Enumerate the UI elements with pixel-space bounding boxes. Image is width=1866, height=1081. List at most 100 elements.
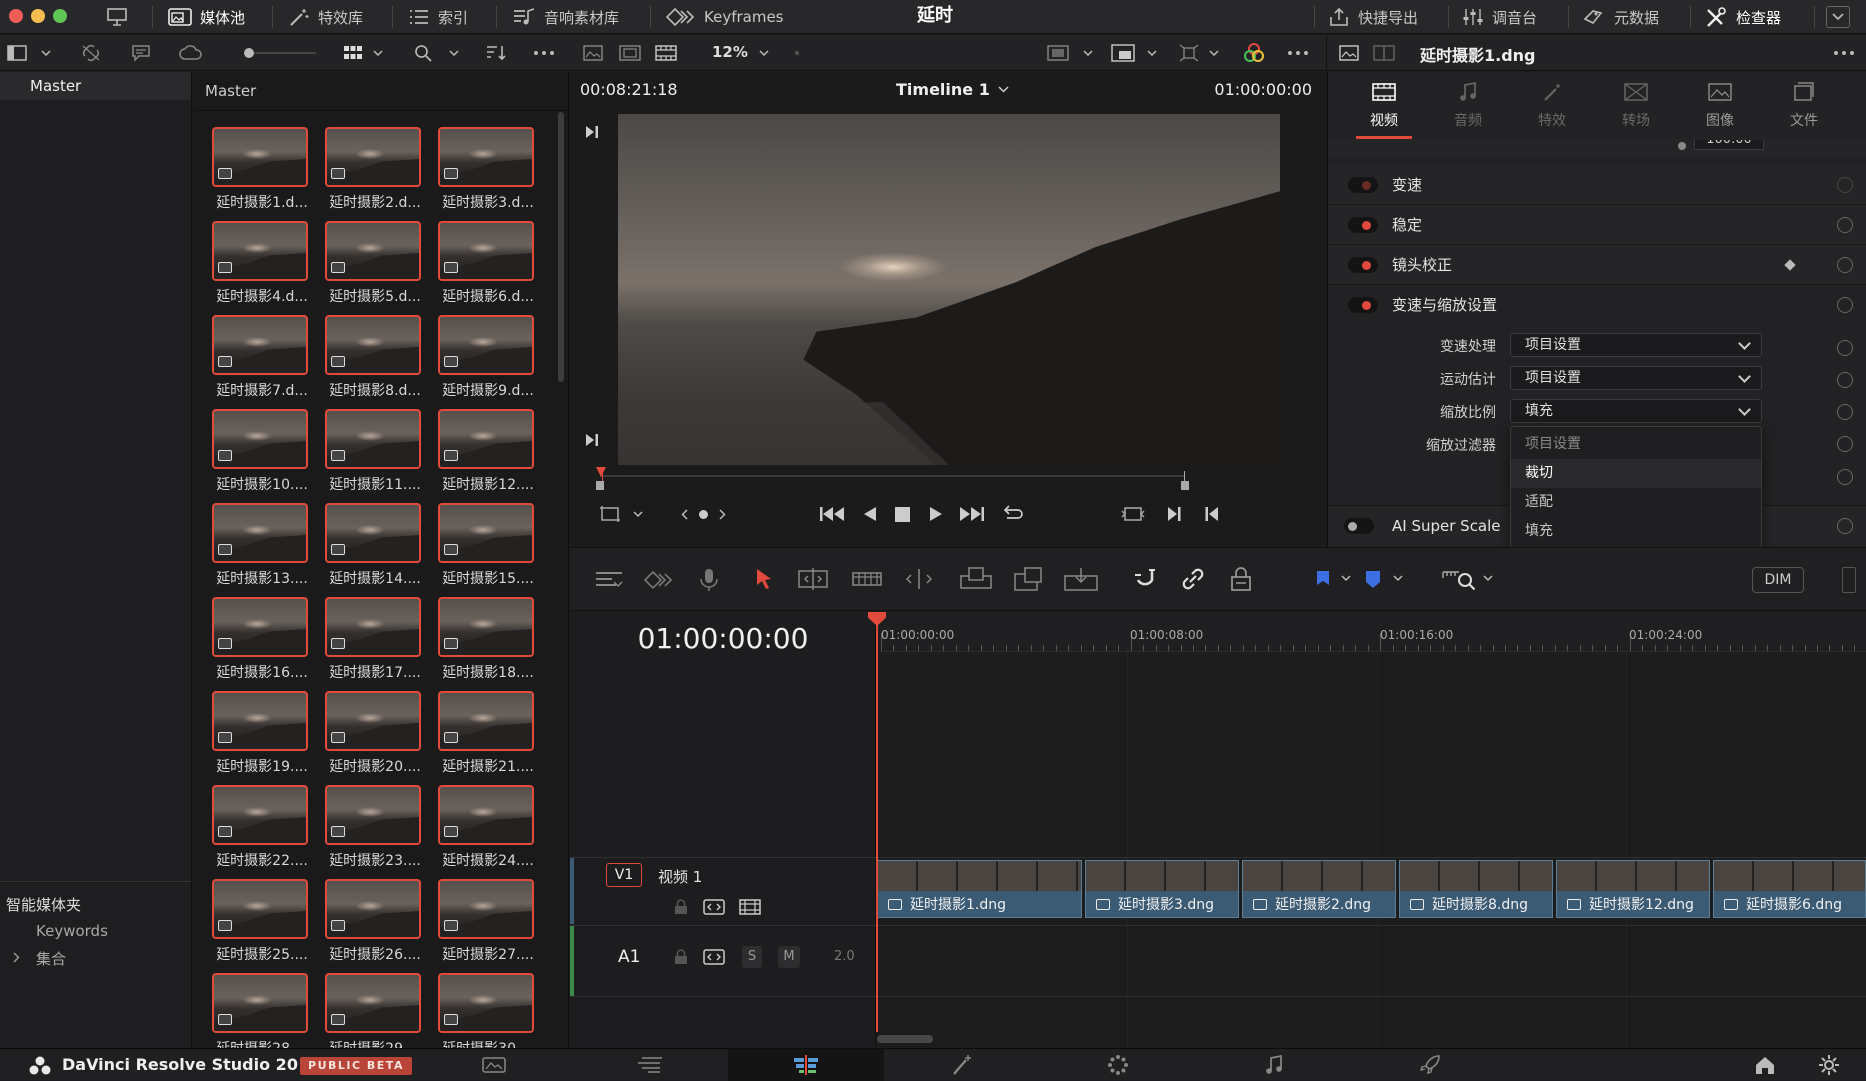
marker-icon[interactable] (1362, 566, 1384, 592)
clipped-value-field[interactable]: 100.00 (1694, 140, 1764, 150)
clip-thumbnail[interactable] (438, 221, 534, 281)
page-edit[interactable] (728, 1049, 884, 1081)
mark-out-icon[interactable] (1202, 504, 1222, 524)
minimize-window-button[interactable] (31, 9, 45, 23)
close-window-button[interactable] (9, 9, 23, 23)
speed-change-section[interactable]: 变速 (1328, 165, 1866, 205)
reset-icon[interactable] (1837, 297, 1853, 313)
chevron-down-icon[interactable] (632, 508, 644, 520)
clip-thumbnail[interactable] (325, 503, 421, 563)
loop-icon[interactable] (1000, 503, 1026, 525)
clip-thumbnail[interactable] (325, 127, 421, 187)
selection-tool-icon[interactable] (752, 564, 776, 594)
ai-super-scale-toggle[interactable] (1344, 518, 1374, 534)
crop-icon[interactable] (598, 504, 622, 524)
stop-icon[interactable] (892, 504, 912, 524)
clip-thumbnail[interactable] (212, 597, 308, 657)
timeline-clip[interactable]: 延时摄影3.dng (1085, 860, 1239, 918)
jump-to-end-icon[interactable] (958, 504, 986, 524)
clip-thumbnail[interactable] (212, 127, 308, 187)
dynamic-trim-icon[interactable] (850, 564, 884, 594)
scaling-select[interactable]: 填充 (1510, 399, 1762, 423)
home-icon[interactable] (1752, 1054, 1778, 1076)
blade-tool-icon[interactable] (902, 564, 936, 594)
overwrite-clip-icon[interactable] (1010, 564, 1046, 594)
timeline-selector[interactable]: Timeline 1 (896, 80, 1009, 99)
maximize-window-button[interactable] (53, 9, 67, 23)
chevron-down-icon[interactable] (40, 47, 52, 59)
stabilization-toggle[interactable] (1348, 217, 1378, 233)
trim-tool-icon[interactable] (796, 564, 830, 594)
chevron-down-icon[interactable] (1826, 6, 1850, 28)
chevron-down-icon[interactable] (1340, 572, 1352, 584)
timeline-clip[interactable]: 延时摄影6.dng (1713, 860, 1866, 918)
zoom-timeline-icon[interactable] (1440, 564, 1480, 594)
chevron-down-icon[interactable] (1208, 47, 1220, 59)
viewer-mode-icon[interactable] (1046, 43, 1070, 63)
keyframe-dot[interactable] (1678, 142, 1686, 150)
page-deliver[interactable] (1352, 1049, 1508, 1081)
auto-select-icon[interactable] (702, 946, 726, 968)
replace-clip-icon[interactable] (1062, 564, 1100, 594)
chevron-down-icon[interactable] (1392, 572, 1404, 584)
chevron-down-icon[interactable] (1146, 47, 1158, 59)
jog-dot[interactable] (699, 510, 708, 519)
mark-in-icon[interactable] (1164, 504, 1184, 524)
tab-image[interactable]: 图像 (1678, 72, 1762, 140)
chevron-down-icon[interactable] (1482, 572, 1494, 584)
video-track-id[interactable]: V1 (606, 863, 642, 887)
chevron-right-icon[interactable] (716, 506, 728, 522)
unlink-icon[interactable] (80, 43, 102, 63)
dropdown-option-fill[interactable]: 填充 (1511, 517, 1761, 546)
sidebar-toggle-icon[interactable] (6, 43, 28, 63)
grid-view-icon[interactable] (342, 43, 364, 63)
lock-icon[interactable] (672, 897, 690, 917)
metadata-button[interactable]: 元数据 (1582, 0, 1659, 34)
lens-correction-toggle[interactable] (1348, 257, 1378, 273)
chevron-down-icon[interactable] (448, 47, 460, 59)
clip-thumbnail[interactable] (438, 503, 534, 563)
chevron-down-icon[interactable] (758, 47, 770, 59)
reset-icon[interactable] (1837, 257, 1853, 273)
chevron-left-icon[interactable] (678, 506, 690, 522)
chevron-down-icon[interactable] (1082, 47, 1094, 59)
clip-thumbnail[interactable] (438, 785, 534, 845)
clip-thumbnail[interactable] (438, 691, 534, 751)
keyframe-icon[interactable] (642, 566, 676, 594)
solo-button[interactable]: S (742, 946, 762, 968)
dim-button[interactable]: DIM (1752, 567, 1804, 593)
clip-thumbnail[interactable] (438, 315, 534, 375)
safe-area-icon[interactable] (618, 43, 642, 63)
dropdown-option-project-settings[interactable]: 项目设置 (1511, 430, 1761, 459)
more-options-icon[interactable] (1832, 43, 1856, 63)
reset-icon[interactable] (1837, 404, 1853, 420)
chevron-right-icon[interactable] (10, 951, 22, 963)
clip-thumbnail[interactable] (325, 221, 421, 281)
page-media[interactable] (416, 1049, 572, 1081)
more-options-icon[interactable] (532, 43, 556, 63)
clip-thumbnail[interactable] (212, 503, 308, 563)
transform-icon[interactable] (1176, 42, 1202, 64)
reset-icon[interactable] (1837, 436, 1853, 452)
clip-thumbnail[interactable] (325, 879, 421, 939)
audio-track-id[interactable]: A1 (618, 947, 640, 967)
position-lock-icon[interactable] (1226, 564, 1256, 594)
match-frame-icon[interactable] (1120, 503, 1146, 525)
timeline-options-icon[interactable] (592, 566, 626, 594)
clip-thumbnail[interactable] (438, 409, 534, 469)
timeline-timecode[interactable]: 01:00:00:00 (570, 622, 876, 655)
lock-icon[interactable] (672, 947, 690, 967)
more-options-icon[interactable] (1286, 43, 1310, 63)
auto-select-icon[interactable] (702, 896, 726, 918)
disable-track-icon[interactable] (738, 896, 762, 918)
sort-icon[interactable] (484, 43, 508, 63)
settings-gear-icon[interactable] (1816, 1054, 1842, 1076)
dropdown-option-fit[interactable]: 适配 (1511, 488, 1761, 517)
chevron-down-icon[interactable] (372, 47, 384, 59)
page-fairlight[interactable] (1196, 1049, 1352, 1081)
clip-thumbnail[interactable] (325, 785, 421, 845)
timeline-clip[interactable]: 延时摄影2.dng (1242, 860, 1396, 918)
inspector-button[interactable]: 检查器 (1704, 0, 1781, 34)
clip-thumbnail[interactable] (325, 597, 421, 657)
timeline-ruler[interactable]: 01:00:00:00 01:00:08:00 01:00:16:00 01:0… (877, 612, 1866, 652)
